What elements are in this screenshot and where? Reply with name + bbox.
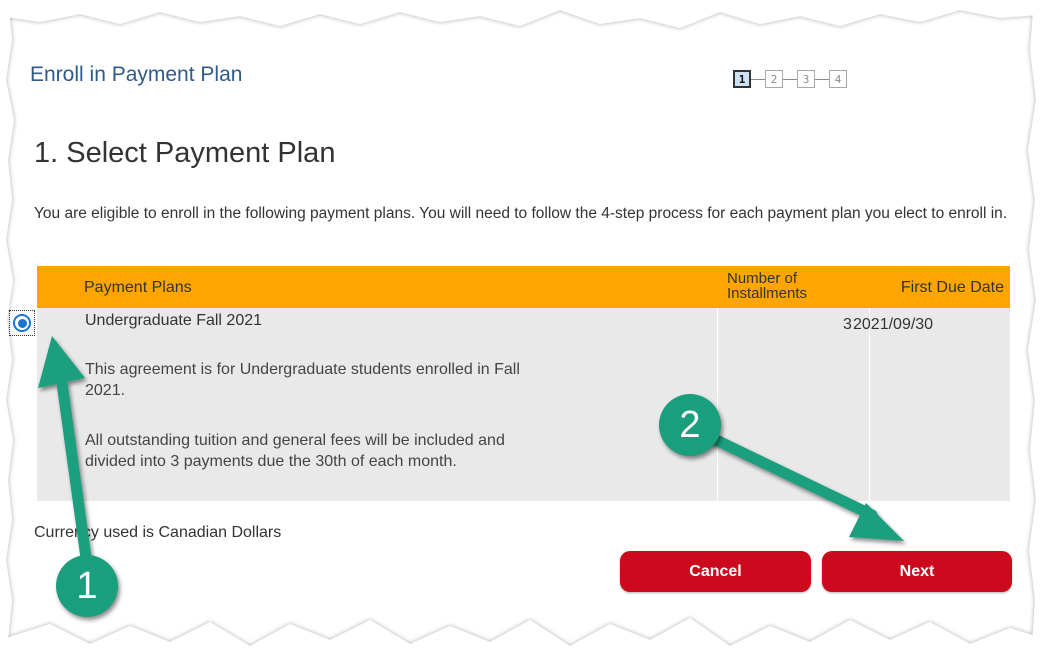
column-header-payment-plans: Payment Plans — [84, 279, 192, 296]
page-title: 1. Select Payment Plan — [34, 137, 336, 169]
table-header: Payment Plans Number of Installments Fir… — [37, 266, 1010, 308]
step-connector — [815, 78, 829, 80]
annotation-callout-2: 2 — [659, 394, 721, 456]
step-1-indicator: 1 — [733, 70, 751, 88]
step-2-indicator: 2 — [765, 70, 783, 88]
step-indicator: 1 2 3 4 — [733, 68, 847, 90]
intro-text: You are eligible to enroll in the follow… — [34, 205, 1008, 222]
plan-name: Undergraduate Fall 2021 — [85, 312, 263, 329]
step-3-indicator: 3 — [797, 70, 815, 88]
currency-note: Currency used is Canadian Dollars — [34, 524, 282, 541]
annotation-callout-1: 1 — [56, 555, 118, 617]
step-4-indicator: 4 — [829, 70, 847, 88]
plan-installments: 3 — [843, 316, 852, 333]
radio-button[interactable] — [13, 314, 31, 332]
plan-description: All outstanding tuition and general fees… — [85, 432, 505, 470]
cancel-button[interactable]: Cancel — [620, 551, 811, 592]
step-connector — [783, 78, 797, 80]
payment-plan-page: Enroll in Payment Plan 1 2 3 4 1. Select… — [0, 0, 1048, 660]
column-divider — [717, 308, 718, 501]
plan-first-due-date: 2021/09/30 — [853, 316, 934, 333]
page-header-title: Enroll in Payment Plan — [30, 63, 243, 86]
plan-radio-undergraduate-fall-2021[interactable] — [9, 310, 35, 336]
table-row — [37, 308, 1010, 501]
plan-description: This agreement is for Undergraduate stud… — [85, 361, 520, 399]
column-divider — [869, 308, 870, 501]
radio-selected-dot — [17, 318, 27, 328]
column-header-first-due-date: First Due Date — [900, 279, 1004, 296]
step-connector — [751, 78, 765, 80]
next-button[interactable]: Next — [822, 551, 1012, 592]
